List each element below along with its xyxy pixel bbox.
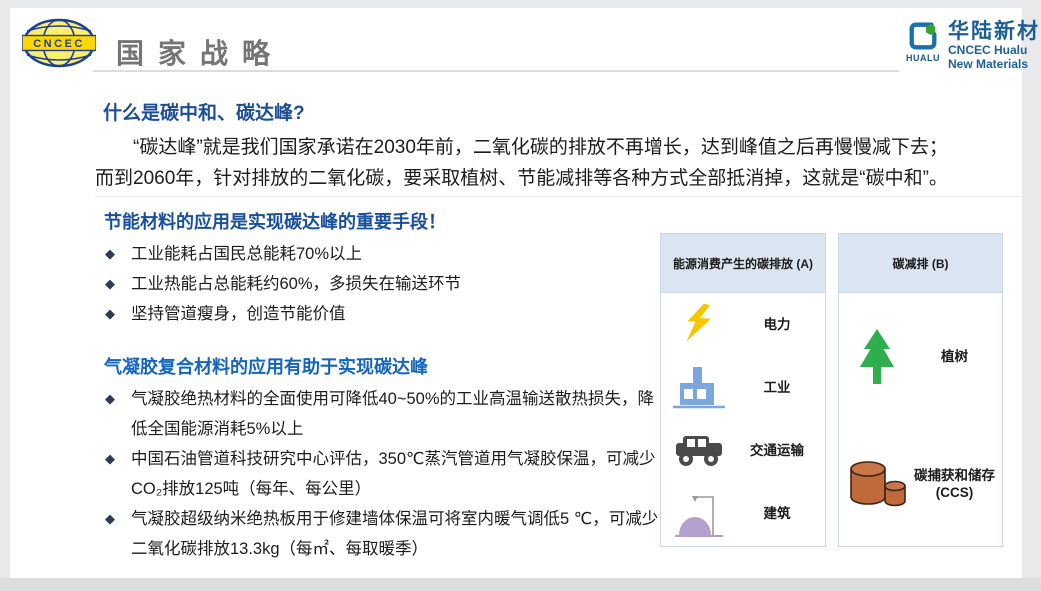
section-divider bbox=[95, 196, 1021, 197]
section1-bullet-list: ◆ 工业能耗占国民总能耗70%以上 ◆ 工业热能占总能耗约60%，多损失在输送环… bbox=[104, 239, 664, 329]
intro-line-2: 而到2060年，针对排放的二氧化碳，要采取植树、节能减排等各种方式全部抵消掉，这… bbox=[95, 163, 1021, 194]
bullet-text: 工业热能占总能耗约60%，多损失在输送环节 bbox=[131, 275, 461, 293]
diamond-bullet-icon: ◆ bbox=[105, 299, 115, 329]
panel-carbon-reduction: 碳减排 (B) 植树 bbox=[838, 233, 1003, 547]
brand-name-cn: 华陆新材 bbox=[948, 20, 1040, 43]
panel-b-body: 植树 碳捕获和储存 (CCS) bbox=[839, 293, 1002, 547]
list-item: ◆ 工业热能占总能耗约60%，多损失在输送环节 bbox=[104, 269, 664, 299]
page-title: 国家战略 bbox=[116, 32, 284, 72]
diamond-bullet-icon: ◆ bbox=[105, 504, 115, 534]
lightning-icon bbox=[661, 303, 737, 347]
header-divider bbox=[93, 70, 899, 72]
list-item: 电力 bbox=[661, 293, 825, 356]
section1-heading: 节能材料的应用是实现碳达峰的重要手段！ bbox=[104, 208, 446, 234]
panel-item-label: 碳捕获和储存 (CCS) bbox=[907, 467, 1002, 501]
slide: CNCEC 国家战略 HUALU 华陆新材 CNCEC Hualu New Ma… bbox=[10, 8, 1022, 578]
bullet-text: 中国石油管道科技研究中心评估，350℃蒸汽管道用气凝胶保温，可减少CO₂排放12… bbox=[131, 450, 656, 498]
bullet-text: 气凝胶超级纳米绝热板用于修建墙体保温可将室内暖气调低5 ℃，可减少二氧化碳排放1… bbox=[131, 510, 658, 558]
diamond-bullet-icon: ◆ bbox=[105, 444, 115, 474]
cncec-logo-text: CNCEC bbox=[33, 38, 85, 50]
panel-a-title: 能源消费产生的碳排放 (A) bbox=[661, 234, 825, 293]
list-item: 碳捕获和储存 (CCS) bbox=[839, 420, 1002, 547]
bullet-text: 工业能耗占国民总能耗70%以上 bbox=[131, 245, 362, 263]
list-item: ◆ 中国石油管道科技研究中心评估，350℃蒸汽管道用气凝胶保温，可减少CO₂排放… bbox=[104, 444, 670, 504]
cncec-globe-logo: CNCEC bbox=[22, 18, 96, 68]
factory-icon bbox=[661, 365, 737, 411]
hualu-mark-word: HUALU bbox=[906, 53, 940, 63]
panel-item-label: 工业 bbox=[729, 379, 825, 396]
panel-item-label: 电力 bbox=[729, 316, 825, 333]
panel-item-label: 交通运输 bbox=[729, 442, 825, 459]
car-icon bbox=[661, 434, 737, 468]
section2-bullet-list: ◆ 气凝胶绝热材料的全面使用可降低40~50%的工业高温输送散热损失，降低全国能… bbox=[104, 384, 670, 564]
hualu-brand-text: 华陆新材 CNCEC Hualu New Materials bbox=[948, 20, 1040, 71]
bullet-text: 气凝胶绝热材料的全面使用可降低40~50%的工业高温输送散热损失，降低全国能源消… bbox=[131, 390, 654, 438]
list-item: 交通运输 bbox=[661, 419, 825, 482]
list-item: 建筑 bbox=[661, 482, 825, 545]
diamond-bullet-icon: ◆ bbox=[105, 384, 115, 414]
panel-item-label: 建筑 bbox=[729, 505, 825, 522]
panel-b-title: 碳减排 (B) bbox=[839, 234, 1002, 293]
panel-a-body: 电力 工业 bbox=[661, 293, 825, 545]
brand-name-en2: New Materials bbox=[948, 57, 1040, 71]
dome-building-icon bbox=[661, 487, 737, 541]
tree-icon bbox=[839, 329, 915, 385]
hualu-mark: HUALU bbox=[903, 20, 943, 63]
list-item: ◆ 气凝胶超级纳米绝热板用于修建墙体保温可将室内暖气调低5 ℃，可减少二氧化碳排… bbox=[104, 504, 670, 564]
bullet-text: 坚持管道瘦身，创造节能价值 bbox=[131, 305, 346, 323]
panel-item-label: 植树 bbox=[907, 348, 1002, 365]
list-item: ◆ 坚持管道瘦身，创造节能价值 bbox=[104, 299, 664, 329]
intro-paragraph: “碳达峰”就是我们国家承诺在2030年前，二氧化碳的排放不再增长，达到峰值之后再… bbox=[95, 132, 1021, 194]
list-item: 植树 bbox=[839, 293, 1002, 420]
list-item: 工业 bbox=[661, 356, 825, 419]
list-item: ◆ 气凝胶绝热材料的全面使用可降低40~50%的工业高温输送散热损失，降低全国能… bbox=[104, 384, 670, 444]
section2-heading: 气凝胶复合材料的应用有助于实现碳达峰 bbox=[104, 353, 428, 379]
brand-name-en1: CNCEC Hualu bbox=[948, 43, 1040, 57]
panel-item-label-line1: 碳捕获和储存 bbox=[914, 468, 995, 483]
intro-line-1: “碳达峰”就是我们国家承诺在2030年前，二氧化碳的排放不再增长，达到峰值之后再… bbox=[95, 132, 1021, 163]
diamond-bullet-icon: ◆ bbox=[105, 269, 115, 299]
hualu-mark-icon bbox=[906, 20, 940, 52]
panel-item-label-line2: (CCS) bbox=[936, 485, 974, 500]
barrels-icon bbox=[839, 459, 915, 509]
window-bottom-strip bbox=[0, 578, 1041, 591]
hualu-brand-logo: HUALU 华陆新材 CNCEC Hualu New Materials bbox=[903, 20, 1040, 71]
intro-heading: 什么是碳中和、碳达峰? bbox=[103, 98, 305, 125]
panel-carbon-emission: 能源消费产生的碳排放 (A) 电力 bbox=[660, 233, 826, 547]
list-item: ◆ 工业能耗占国民总能耗70%以上 bbox=[104, 239, 664, 269]
diamond-bullet-icon: ◆ bbox=[105, 239, 115, 269]
